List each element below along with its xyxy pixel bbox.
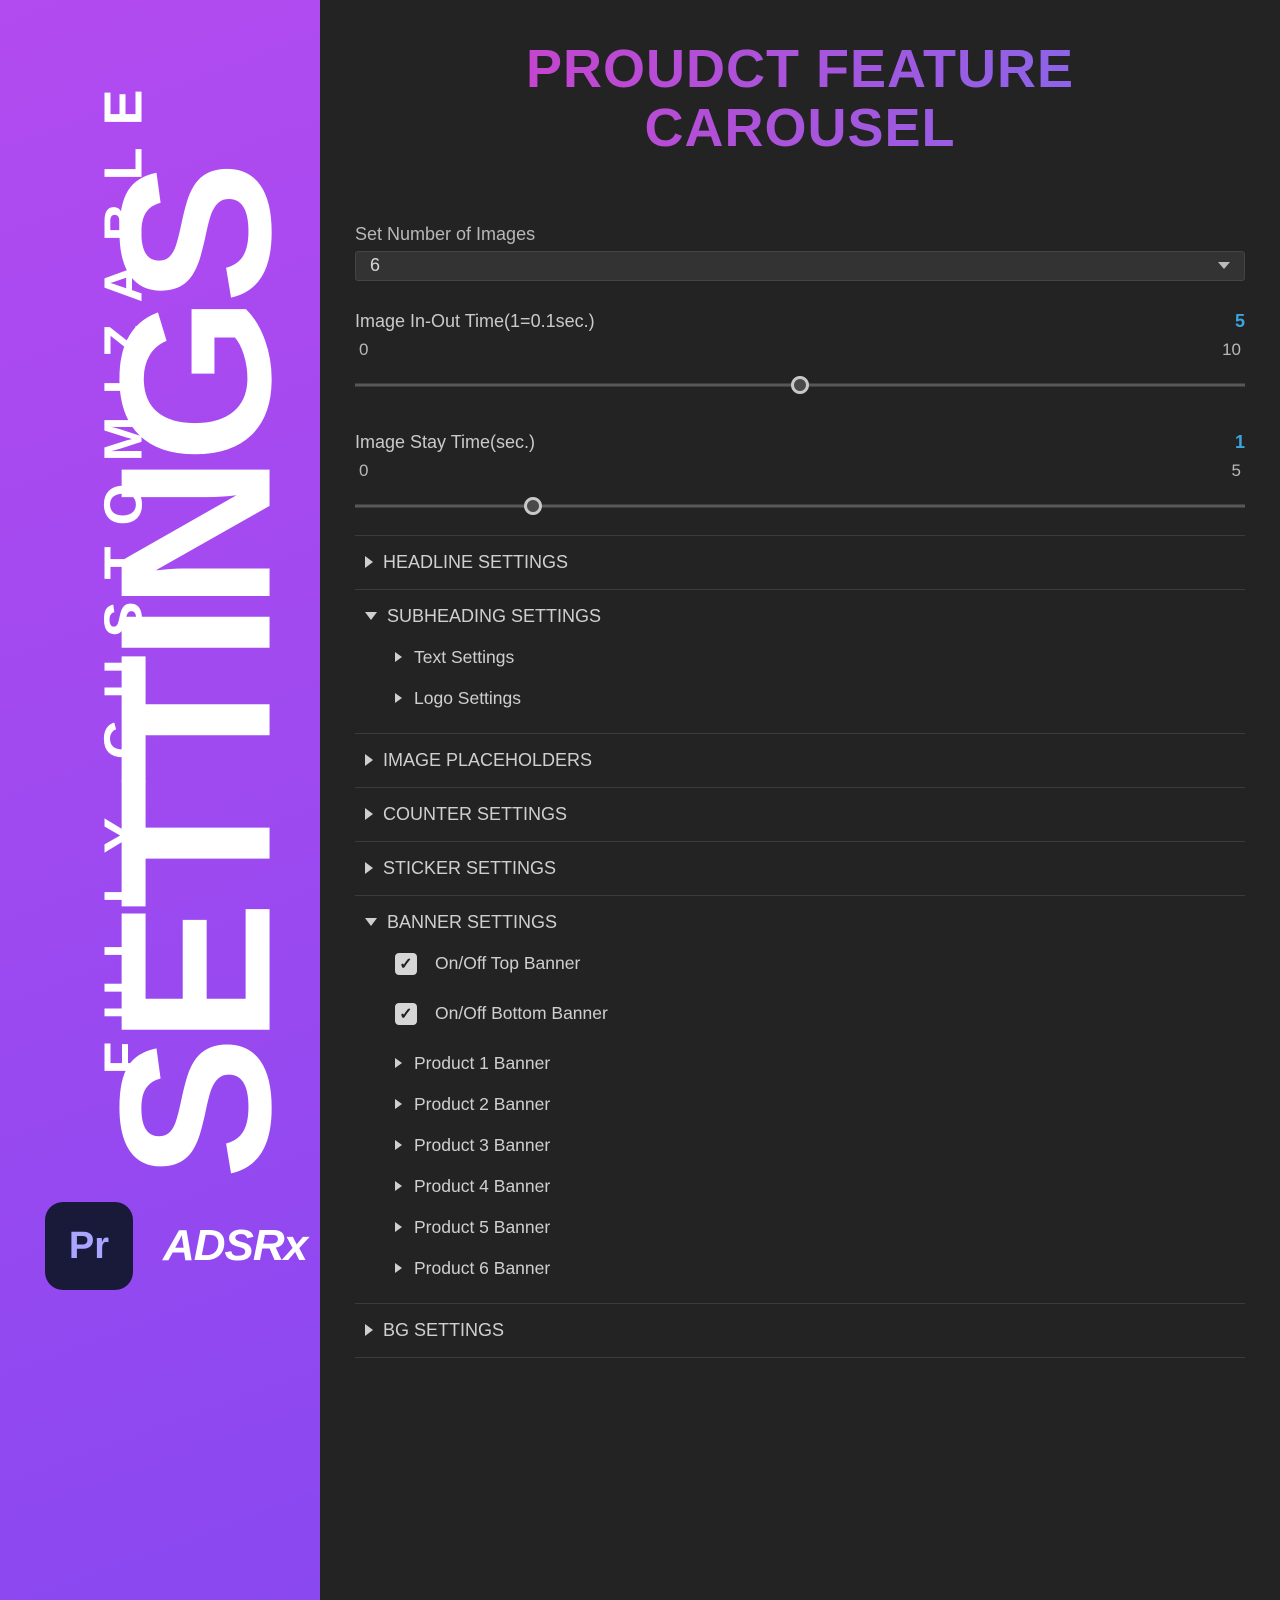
checkbox-checked-icon[interactable]: ✓ bbox=[395, 953, 417, 975]
inout-time-field: Image In-Out Time(1=0.1sec.) 5 0 10 bbox=[355, 311, 1245, 402]
child-label: Product 1 Banner bbox=[414, 1053, 550, 1074]
chevron-right-icon bbox=[365, 556, 373, 568]
section-label: SUBHEADING SETTINGS bbox=[387, 606, 601, 627]
section-banner[interactable]: BANNER SETTINGS ✓ On/Off Top Banner ✓ On… bbox=[355, 895, 1245, 1303]
chevron-right-icon bbox=[395, 1181, 402, 1191]
stay-time-field: Image Stay Time(sec.) 1 0 5 bbox=[355, 432, 1245, 523]
child-label: Product 3 Banner bbox=[414, 1135, 550, 1156]
chevron-right-icon bbox=[395, 693, 402, 703]
section-label: STICKER SETTINGS bbox=[383, 858, 556, 879]
bottom-banner-toggle[interactable]: ✓ On/Off Bottom Banner bbox=[395, 993, 1245, 1043]
subheading-children: Text Settings Logo Settings bbox=[355, 629, 1245, 719]
sections-list: HEADLINE SETTINGS SUBHEADING SETTINGS Te… bbox=[355, 535, 1245, 1358]
slider-track bbox=[355, 504, 1245, 507]
chevron-down-icon bbox=[1218, 262, 1230, 269]
stay-time-label: Image Stay Time(sec.) bbox=[355, 432, 535, 453]
slider-thumb[interactable] bbox=[524, 497, 542, 515]
child-label: Text Settings bbox=[414, 647, 514, 668]
product-banner-item[interactable]: Product 3 Banner bbox=[395, 1125, 1245, 1166]
title-line-1: PROUDCT FEATURE bbox=[526, 39, 1074, 99]
stay-time-slider[interactable] bbox=[355, 489, 1245, 523]
section-placeholders[interactable]: IMAGE PLACEHOLDERS bbox=[355, 733, 1245, 787]
toggle-label: On/Off Top Banner bbox=[435, 953, 580, 974]
section-sticker[interactable]: STICKER SETTINGS bbox=[355, 841, 1245, 895]
inout-min: 0 bbox=[359, 340, 368, 360]
page-title: PROUDCT FEATURE CAROUSEL bbox=[355, 40, 1245, 159]
child-label: Logo Settings bbox=[414, 688, 521, 709]
banner-children: ✓ On/Off Top Banner ✓ On/Off Bottom Bann… bbox=[355, 935, 1245, 1289]
chevron-right-icon bbox=[365, 1324, 373, 1336]
section-label: IMAGE PLACEHOLDERS bbox=[383, 750, 592, 771]
chevron-right-icon bbox=[395, 1222, 402, 1232]
section-label: BANNER SETTINGS bbox=[387, 912, 557, 933]
checkbox-checked-icon[interactable]: ✓ bbox=[395, 1003, 417, 1025]
inout-time-value[interactable]: 5 bbox=[1235, 311, 1245, 332]
promo-sidebar: SETTINGS FULLY CUSTOMIZABLE Pr ADSRx bbox=[0, 0, 320, 1600]
top-banner-toggle[interactable]: ✓ On/Off Top Banner bbox=[395, 943, 1245, 993]
logo-settings-item[interactable]: Logo Settings bbox=[395, 678, 1245, 719]
num-images-value: 6 bbox=[370, 255, 380, 276]
section-label: COUNTER SETTINGS bbox=[383, 804, 567, 825]
text-settings-item[interactable]: Text Settings bbox=[395, 637, 1245, 678]
product-banner-item[interactable]: Product 5 Banner bbox=[395, 1207, 1245, 1248]
product-banner-item[interactable]: Product 4 Banner bbox=[395, 1166, 1245, 1207]
num-images-label: Set Number of Images bbox=[355, 224, 1245, 245]
settings-panel: PROUDCT FEATURE CAROUSEL Set Number of I… bbox=[320, 0, 1280, 1600]
toggle-label: On/Off Bottom Banner bbox=[435, 1003, 608, 1024]
chevron-right-icon bbox=[395, 1058, 402, 1068]
section-label: HEADLINE SETTINGS bbox=[383, 552, 568, 573]
inout-time-slider[interactable] bbox=[355, 368, 1245, 402]
section-bg[interactable]: BG SETTINGS bbox=[355, 1303, 1245, 1358]
product-banner-item[interactable]: Product 2 Banner bbox=[395, 1084, 1245, 1125]
stay-max: 5 bbox=[1232, 461, 1241, 481]
child-label: Product 6 Banner bbox=[414, 1258, 550, 1279]
stay-min: 0 bbox=[359, 461, 368, 481]
num-images-select[interactable]: 6 bbox=[355, 251, 1245, 281]
title-line-2: CAROUSEL bbox=[644, 98, 955, 158]
brand-logo: ADSRx bbox=[163, 1221, 307, 1271]
premiere-pro-badge: Pr bbox=[45, 1202, 133, 1290]
chevron-right-icon bbox=[365, 754, 373, 766]
chevron-right-icon bbox=[365, 862, 373, 874]
chevron-right-icon bbox=[395, 1140, 402, 1150]
child-label: Product 5 Banner bbox=[414, 1217, 550, 1238]
sidebar-subtitle: FULLY CUSTOMIZABLE bbox=[93, 67, 155, 1074]
child-label: Product 2 Banner bbox=[414, 1094, 550, 1115]
stay-time-value[interactable]: 1 bbox=[1235, 432, 1245, 453]
chevron-right-icon bbox=[395, 1263, 402, 1273]
chevron-down-icon bbox=[365, 612, 377, 620]
chevron-down-icon bbox=[365, 918, 377, 926]
inout-time-label: Image In-Out Time(1=0.1sec.) bbox=[355, 311, 595, 332]
section-counter[interactable]: COUNTER SETTINGS bbox=[355, 787, 1245, 841]
child-label: Product 4 Banner bbox=[414, 1176, 550, 1197]
num-images-field: Set Number of Images 6 bbox=[355, 224, 1245, 281]
product-banner-item[interactable]: Product 6 Banner bbox=[395, 1248, 1245, 1289]
inout-max: 10 bbox=[1222, 340, 1241, 360]
section-label: BG SETTINGS bbox=[383, 1320, 504, 1341]
slider-thumb[interactable] bbox=[791, 376, 809, 394]
section-headline[interactable]: HEADLINE SETTINGS bbox=[355, 535, 1245, 589]
chevron-right-icon bbox=[395, 1099, 402, 1109]
chevron-right-icon bbox=[365, 808, 373, 820]
section-subheading[interactable]: SUBHEADING SETTINGS Text Settings Logo S… bbox=[355, 589, 1245, 733]
sidebar-logos: Pr ADSRx bbox=[45, 1202, 307, 1290]
product-banner-item[interactable]: Product 1 Banner bbox=[395, 1043, 1245, 1084]
chevron-right-icon bbox=[395, 652, 402, 662]
